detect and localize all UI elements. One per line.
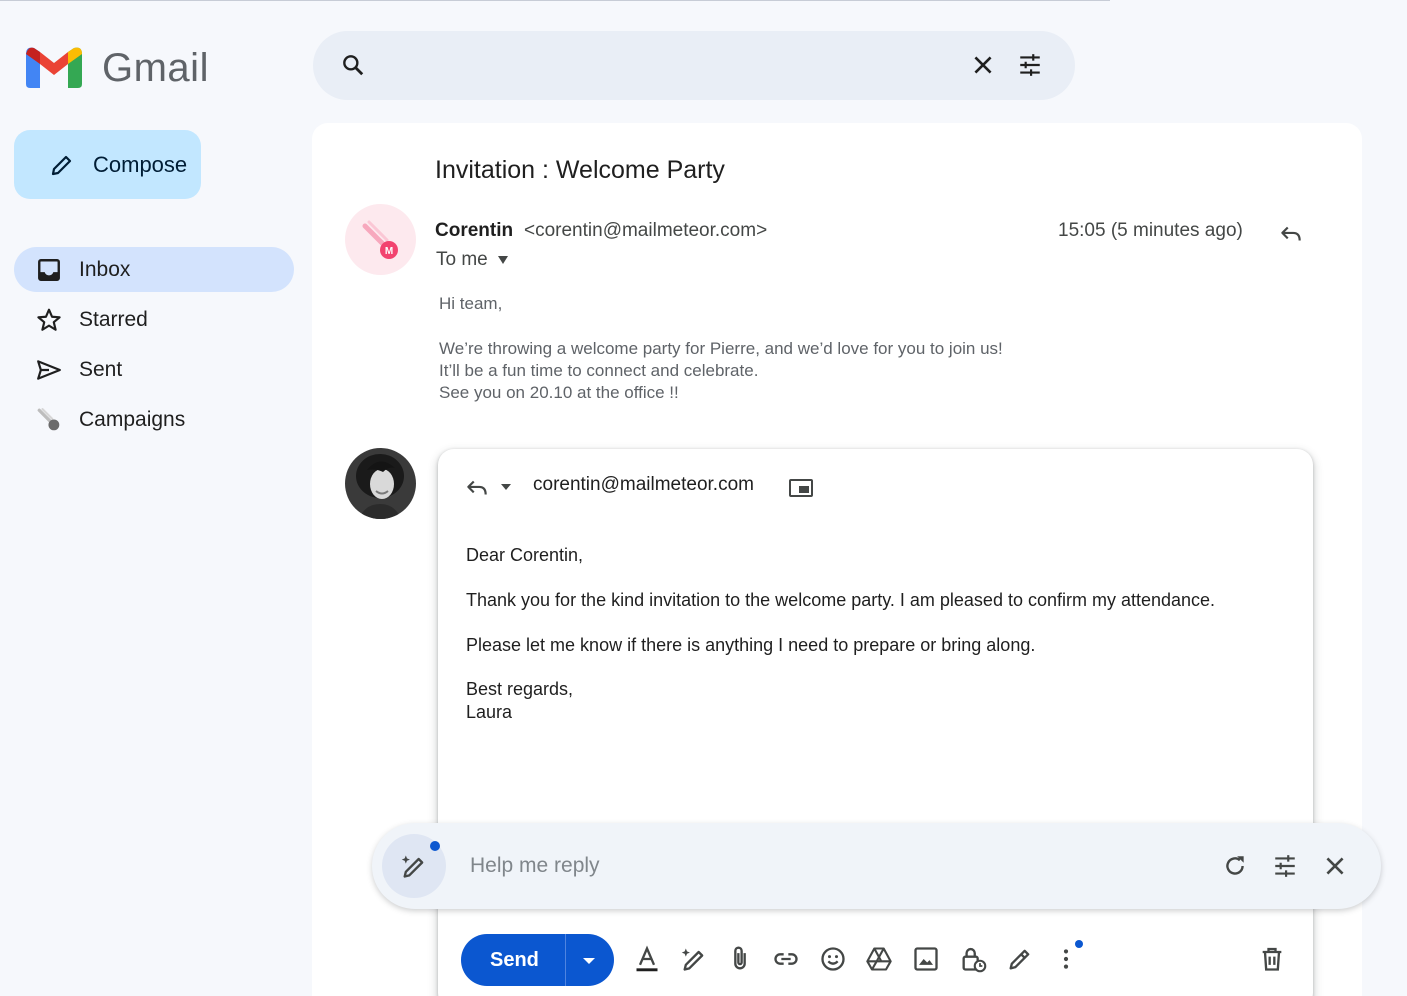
link-icon[interactable]	[772, 945, 800, 973]
gmail-m-icon	[26, 47, 82, 88]
sender-email: <corentin@mailmeteor.com>	[524, 220, 768, 241]
reply-type-icon[interactable]	[464, 475, 490, 501]
schedule-send-dropdown-icon[interactable]	[577, 948, 601, 972]
send-button[interactable]: Send	[490, 949, 539, 972]
reply-recipient[interactable]: corentin@mailmeteor.com	[533, 474, 754, 496]
recipient-details-toggle[interactable]: To me	[436, 249, 509, 271]
svg-text:M: M	[385, 246, 393, 257]
send-divider	[565, 934, 566, 986]
search-bar[interactable]	[313, 31, 1075, 100]
inbox-icon	[36, 257, 62, 283]
help-me-write-button[interactable]	[382, 834, 446, 898]
reply-icon[interactable]	[1278, 221, 1304, 247]
nav-label: Campaigns	[79, 407, 186, 431]
more-options-icon[interactable]	[1052, 945, 1080, 973]
emoji-icon[interactable]	[819, 945, 847, 973]
close-icon[interactable]	[1322, 853, 1348, 879]
user-avatar[interactable]	[345, 448, 416, 519]
help-me-reply-bar[interactable]: Help me reply	[372, 823, 1381, 909]
nav-item-campaigns[interactable]: Campaigns	[14, 397, 294, 442]
delete-icon[interactable]	[1258, 945, 1286, 973]
reply-body-line: Thank you for the kind invitation to the…	[466, 590, 1216, 610]
help-me-reply-input[interactable]: Help me reply	[470, 854, 600, 878]
reply-type-dropdown-icon[interactable]	[500, 482, 512, 492]
reply-body-line: Dear Corentin,	[466, 545, 584, 565]
email-body-line: See you on 20.10 at the office !!	[439, 383, 679, 402]
attach-icon[interactable]	[726, 945, 754, 973]
sender-avatar[interactable]: M	[345, 204, 416, 275]
confidential-mode-icon[interactable]	[959, 945, 987, 973]
email-body-line: We’re throwing a welcome party for Pierr…	[439, 339, 1003, 358]
nav-label: Inbox	[79, 257, 131, 281]
nav-label: Starred	[79, 307, 148, 331]
caret-down-icon	[497, 255, 509, 265]
window-top-border	[0, 0, 1110, 1]
drive-icon[interactable]	[865, 945, 893, 973]
star-icon	[36, 307, 62, 333]
reply-body-line: Best regards,	[466, 679, 574, 699]
pencil-icon	[50, 153, 74, 177]
tune-icon[interactable]	[1272, 853, 1298, 879]
send-icon	[36, 357, 62, 383]
clear-search-icon[interactable]	[970, 52, 996, 78]
email-timestamp: 15:05 (5 minutes ago)	[1058, 220, 1243, 241]
reply-body-line: Laura	[466, 702, 513, 722]
gmail-wordmark: Gmail	[102, 46, 209, 90]
search-icon[interactable]	[340, 52, 366, 78]
text-format-icon[interactable]	[633, 945, 661, 973]
pop-out-icon[interactable]	[788, 476, 814, 500]
search-options-icon[interactable]	[1017, 52, 1043, 78]
email-body-line: Hi team,	[439, 294, 503, 313]
sender-name: Corentin	[435, 220, 514, 241]
signature-icon[interactable]	[1006, 945, 1034, 973]
email-body-line: It’ll be a fun time to connect and celeb…	[439, 361, 759, 380]
meteor-icon	[36, 407, 62, 433]
refresh-icon[interactable]	[1222, 853, 1248, 879]
send-button-group[interactable]: Send	[461, 934, 614, 986]
nav-label: Sent	[79, 357, 123, 381]
nav-item-sent[interactable]: Sent	[14, 347, 294, 392]
reply-composer[interactable]: corentin@mailmeteor.com Dear Corentin, T…	[438, 449, 1313, 996]
magic-pen-icon	[400, 852, 428, 880]
notification-dot	[1075, 940, 1083, 948]
compose-button[interactable]: Compose	[14, 130, 201, 199]
compose-label: Compose	[93, 151, 188, 177]
magic-pen-icon[interactable]	[680, 945, 708, 973]
email-subject: Invitation : Welcome Party	[435, 156, 725, 184]
reply-body-line: Please let me know if there is anything …	[466, 635, 1036, 655]
notification-dot	[430, 841, 440, 851]
gmail-logo[interactable]: Gmail	[26, 46, 209, 90]
nav-item-starred[interactable]: Starred	[14, 297, 294, 342]
image-icon[interactable]	[912, 945, 940, 973]
nav-item-inbox[interactable]: Inbox	[14, 247, 294, 292]
recipient-label: To me	[436, 249, 488, 270]
